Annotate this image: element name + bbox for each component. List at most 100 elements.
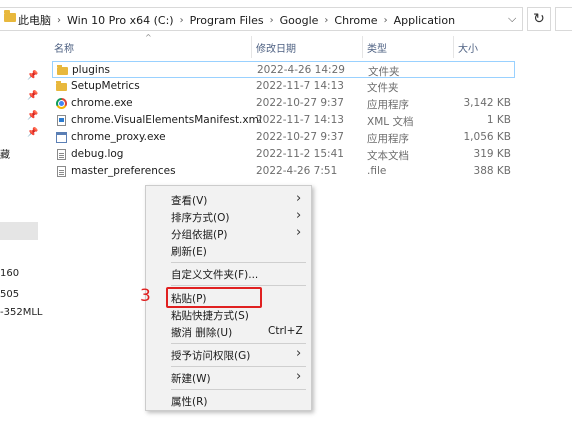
breadcrumb-application[interactable]: Application [394, 14, 455, 27]
file-row[interactable]: debug.log 2022-11-2 15:41 文本文档 319 KB [52, 146, 515, 163]
chevron-right-icon[interactable]: › [270, 15, 274, 26]
chevron-down-icon[interactable]: ⌵ [508, 12, 516, 26]
file-name: master_preferences [71, 165, 176, 177]
keyboard-shortcut: Ctrl+Z [268, 325, 303, 337]
pin-icon[interactable]: 📌 [27, 129, 38, 138]
file-date: 2022-11-2 15:41 [256, 148, 344, 160]
nav-item-fragment[interactable]: 160 [0, 268, 19, 279]
menu-item-customize-folder[interactable]: 自定义文件夹(F)... [146, 265, 311, 282]
menu-item-group[interactable]: 分组依据(P) › [146, 225, 311, 242]
pin-icon[interactable]: 📌 [27, 112, 38, 121]
file-name: debug.log [71, 148, 124, 160]
chevron-right-icon[interactable]: › [180, 15, 184, 26]
menu-item-view[interactable]: 查看(V) › [146, 191, 311, 208]
column-header-size[interactable]: 大小 [458, 40, 478, 55]
menu-separator [171, 343, 306, 344]
breadcrumb-program-files[interactable]: Program Files [190, 14, 264, 27]
file-name: chrome_proxy.exe [71, 131, 166, 143]
menu-item-label: 授予访问权限(G) [171, 350, 251, 362]
file-name: SetupMetrics [71, 80, 140, 92]
menu-item-label: 新建(W) [171, 373, 211, 385]
file-size: 1,056 KB [463, 131, 512, 143]
paste-highlight-box [166, 287, 262, 308]
breadcrumb-chrome[interactable]: Chrome [334, 14, 377, 27]
breadcrumb-google[interactable]: Google [280, 14, 319, 27]
chevron-right-icon: › [296, 208, 302, 223]
chevron-right-icon[interactable]: › [57, 15, 61, 26]
column-divider[interactable] [453, 36, 454, 58]
menu-separator [171, 262, 306, 263]
file-date: 2022-11-7 14:13 [256, 114, 344, 126]
file-row[interactable]: plugins 2022-4-26 14:29 文件夹 [52, 61, 515, 78]
file-date: 2022-10-27 9:37 [256, 97, 344, 109]
xml-file-icon [57, 115, 66, 126]
navigation-pane: 📌 📌 📌 📌 藏 160 505 -352MLL [0, 38, 42, 439]
column-divider[interactable] [362, 36, 363, 58]
file-size: 3,142 KB [463, 97, 512, 109]
nav-item-fragment[interactable]: 藏 [0, 146, 10, 161]
search-box[interactable] [555, 7, 572, 31]
file-row[interactable]: chrome.VisualElementsManifest.xml 2022-1… [52, 112, 515, 129]
file-row[interactable]: SetupMetrics 2022-11-7 14:13 文件夹 [52, 78, 515, 95]
chevron-right-icon: › [296, 191, 302, 206]
file-date: 2022-4-26 14:29 [257, 64, 345, 76]
address-bar-area: 此电脑 › Win 10 Pro x64 (C:) › Program File… [0, 0, 572, 38]
menu-item-label: 排序方式(O) [171, 212, 230, 224]
file-type: 文件夹 [368, 66, 400, 78]
menu-item-grant-access[interactable]: 授予访问权限(G) › [146, 346, 311, 363]
column-header-date[interactable]: 修改日期 [256, 40, 296, 55]
application-icon [56, 132, 67, 143]
file-date: 2022-11-7 14:13 [256, 80, 344, 92]
folder-icon [57, 65, 68, 75]
file-icon [57, 166, 66, 177]
menu-item-new[interactable]: 新建(W) › [146, 369, 311, 386]
breadcrumb-drive[interactable]: Win 10 Pro x64 (C:) [67, 14, 174, 27]
menu-item-label: 粘贴快捷方式(S) [171, 310, 249, 322]
menu-item-label: 查看(V) [171, 195, 208, 207]
file-name: chrome.VisualElementsManifest.xml [71, 114, 262, 126]
step-number: 3 [140, 286, 151, 306]
nav-item-fragment[interactable]: 505 [0, 289, 19, 300]
chevron-right-icon: › [296, 225, 302, 240]
menu-item-undo-delete[interactable]: 撤消 删除(U) Ctrl+Z [146, 323, 311, 340]
file-type: .file [367, 165, 387, 177]
menu-item-label: 属性(R) [171, 396, 208, 408]
file-row[interactable]: chrome.exe 2022-10-27 9:37 应用程序 3,142 KB [52, 95, 515, 112]
file-size: 1 KB [486, 114, 511, 126]
menu-item-label: 分组依据(P) [171, 229, 228, 241]
column-divider[interactable] [251, 36, 252, 58]
file-size: 319 KB [473, 148, 511, 160]
refresh-icon[interactable]: ↻ [527, 7, 551, 31]
column-header-type[interactable]: 类型 [367, 40, 387, 55]
menu-item-label: 撤消 删除(U) [171, 327, 233, 339]
chevron-right-icon[interactable]: › [324, 15, 328, 26]
menu-item-sort[interactable]: 排序方式(O) › [146, 208, 311, 225]
menu-item-refresh[interactable]: 刷新(E) [146, 242, 311, 259]
chevron-right-icon: › [296, 369, 302, 384]
menu-item-paste-shortcut[interactable]: 粘贴快捷方式(S) [146, 306, 311, 323]
file-row[interactable]: chrome_proxy.exe 2022-10-27 9:37 应用程序 1,… [52, 129, 515, 146]
file-row[interactable]: master_preferences 2022-4-26 7:51 .file … [52, 163, 515, 180]
chevron-right-icon: › [296, 346, 302, 361]
file-size: 388 KB [473, 165, 511, 177]
pin-icon[interactable]: 📌 [27, 92, 38, 101]
file-name: plugins [72, 64, 110, 76]
file-type: 应用程序 [367, 99, 409, 111]
folder-icon [56, 81, 67, 91]
file-date: 2022-4-26 7:51 [256, 165, 338, 177]
menu-separator [171, 285, 306, 286]
menu-item-label: 自定义文件夹(F)... [171, 269, 259, 281]
text-file-icon [57, 149, 66, 160]
chevron-right-icon[interactable]: › [384, 15, 388, 26]
nav-item-fragment[interactable]: -352MLL [0, 307, 42, 318]
folder-icon [4, 10, 16, 22]
pin-icon[interactable]: 📌 [27, 72, 38, 81]
breadcrumb-this-pc[interactable]: 此电脑 [18, 12, 51, 28]
file-name: chrome.exe [71, 97, 133, 109]
menu-item-properties[interactable]: 属性(R) [146, 392, 311, 409]
breadcrumb: 此电脑 › Win 10 Pro x64 (C:) › Program File… [18, 12, 455, 28]
sort-up-icon: ^ [145, 33, 152, 42]
chrome-icon [56, 98, 67, 109]
column-header-name[interactable]: 名称 [54, 40, 74, 55]
nav-item-selected[interactable] [0, 222, 38, 240]
